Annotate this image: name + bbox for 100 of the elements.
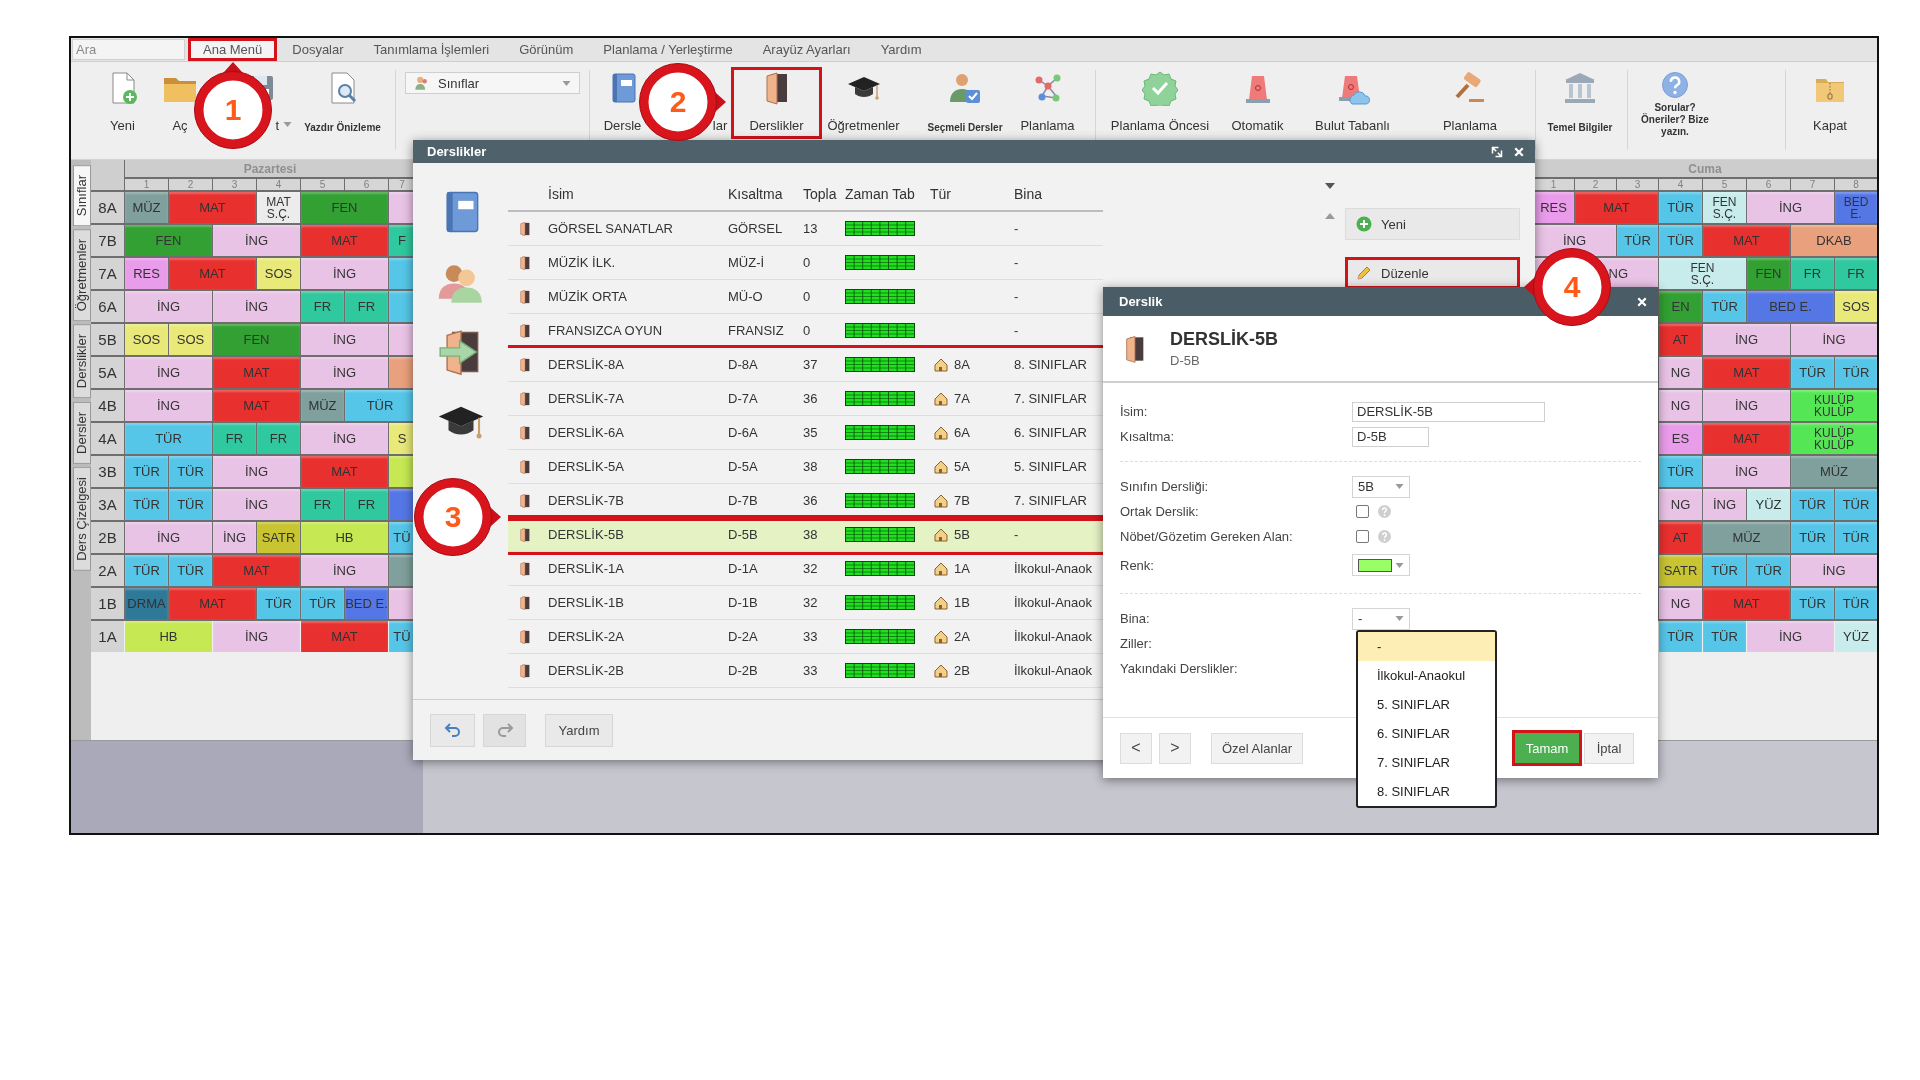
menu-item[interactable]: Tanımlama İşlemleri <box>358 38 505 61</box>
table-row[interactable]: DERSLİK-7B D-7B 36 7B 7. SINIFLAR <box>508 484 1103 518</box>
column-header[interactable]: Kısaltma <box>728 186 803 202</box>
menu-item[interactable]: Arayüz Ayarları <box>747 38 866 61</box>
lesson-cell[interactable]: TÜ <box>389 522 415 553</box>
lesson-cell[interactable]: TÜR <box>1835 522 1877 553</box>
lesson-cell[interactable]: TÜR <box>1659 621 1702 652</box>
column-header[interactable]: İsim <box>548 186 728 202</box>
view-tab[interactable]: Dersler <box>73 401 91 464</box>
dropdown-option[interactable]: İlkokul-Anaokul <box>1358 660 1495 690</box>
lesson-cell[interactable]: FR <box>1835 258 1877 289</box>
dropdown-option[interactable]: 5. SINIFLAR <box>1358 689 1495 719</box>
lesson-cell[interactable] <box>389 456 415 487</box>
lesson-cell[interactable]: TÜR <box>1659 456 1702 487</box>
lesson-cell[interactable]: FR <box>257 423 300 454</box>
lesson-cell[interactable]: TÜR <box>1747 555 1790 586</box>
select-field[interactable]: 5B <box>1352 475 1410 498</box>
table-row[interactable]: DERSLİK-5A D-5A 38 5A 5. SINIFLAR <box>508 450 1103 484</box>
lesson-cell[interactable]: SOS <box>169 324 212 355</box>
table-row[interactable]: DERSLİK-7A D-7A 36 7A 7. SINIFLAR <box>508 382 1103 416</box>
toolbar-button[interactable]: Otomatik <box>1220 67 1295 139</box>
lesson-cell[interactable]: SOS <box>1835 291 1877 322</box>
lesson-cell[interactable]: İNG <box>125 357 212 388</box>
lesson-cell[interactable]: KULÜP KULÜP <box>1791 390 1877 421</box>
lesson-cell[interactable]: TÜR <box>169 555 212 586</box>
table-row[interactable]: FRANSIZCA OYUN FRANSIZ 0 - <box>508 314 1103 348</box>
column-header[interactable]: Topla <box>803 186 845 202</box>
lesson-cell[interactable]: FR <box>345 291 388 322</box>
lesson-cell[interactable]: İNG <box>1747 621 1834 652</box>
lesson-cell[interactable]: TÜR <box>169 489 212 520</box>
dropdown-option[interactable]: 6. SINIFLAR <box>1358 718 1495 748</box>
lesson-cell[interactable] <box>389 555 415 586</box>
toolbar-button[interactable]: Planlama <box>1410 67 1530 139</box>
toolbar-button[interactable]: Derslikler <box>731 67 822 139</box>
lesson-cell[interactable]: S <box>389 423 415 454</box>
lesson-cell[interactable]: TÜR <box>125 456 168 487</box>
lesson-cell[interactable]: TÜR <box>1703 291 1746 322</box>
lesson-cell[interactable]: İNG <box>213 522 256 553</box>
lesson-cell[interactable]: İNG <box>1703 324 1790 355</box>
lesson-cell[interactable]: İNG <box>1791 555 1877 586</box>
lesson-cell[interactable] <box>389 588 415 619</box>
lesson-cell[interactable]: MÜZ <box>1791 456 1877 487</box>
lesson-cell[interactable]: TÜR <box>1791 489 1834 520</box>
lesson-cell[interactable]: ES <box>1659 423 1702 454</box>
column-header[interactable]: Bina <box>1014 186 1103 202</box>
lesson-cell[interactable]: TÜR <box>301 588 344 619</box>
lesson-cell[interactable]: SOS <box>125 324 168 355</box>
lesson-cell[interactable]: MAT S.Ç. <box>257 192 300 223</box>
lesson-cell[interactable]: İNG <box>301 423 388 454</box>
lesson-cell[interactable]: FR <box>301 291 344 322</box>
menu-item[interactable]: Dosyalar <box>277 38 359 61</box>
lesson-cell[interactable]: İNG <box>301 357 388 388</box>
toolbar-button[interactable]: Temel Bilgiler <box>1540 67 1620 139</box>
nav-button[interactable]: < <box>1120 732 1152 764</box>
dropdown-option[interactable]: - <box>1358 631 1495 661</box>
table-row[interactable]: DERSLİK-6A D-6A 35 6A 6. SINIFLAR <box>508 416 1103 450</box>
lesson-cell[interactable]: NG <box>1659 588 1702 619</box>
lesson-cell[interactable]: FEN <box>1747 258 1790 289</box>
lesson-cell[interactable]: İNG <box>1703 390 1790 421</box>
lesson-cell[interactable]: MÜZ <box>301 390 344 421</box>
toolbar-button[interactable]: Planlama <box>1010 67 1085 139</box>
lesson-cell[interactable]: FEN S.Ç. <box>1703 192 1746 223</box>
menu-item[interactable]: Yardım <box>865 38 937 61</box>
lesson-cell[interactable]: İNG <box>301 258 388 289</box>
dropdown-option[interactable]: 7. SINIFLAR <box>1358 747 1495 777</box>
lesson-cell[interactable]: SATR <box>1659 555 1702 586</box>
lesson-cell[interactable]: TÜR <box>345 390 415 421</box>
close-icon[interactable] <box>1513 145 1525 158</box>
toolbar-button[interactable]: Öğretmenler <box>822 67 905 139</box>
lesson-cell[interactable]: FR <box>1791 258 1834 289</box>
undo-button[interactable] <box>430 713 475 747</box>
lesson-cell[interactable]: İNG <box>213 291 300 322</box>
lesson-cell[interactable]: TÜR <box>1703 621 1746 652</box>
lesson-cell[interactable]: İNG <box>1703 456 1790 487</box>
lesson-cell[interactable]: TÜR <box>1659 225 1702 256</box>
view-tab[interactable]: Ders Çizelgesi <box>73 466 91 571</box>
toolbar-button[interactable]: Sorular? Öneriler? Bize yazın. <box>1628 67 1722 139</box>
lesson-cell[interactable]: İNG <box>125 390 212 421</box>
lesson-cell[interactable]: EN <box>1659 291 1702 322</box>
table-row[interactable]: MÜZİK İLK. MÜZ-İ 0 - <box>508 246 1103 280</box>
dialog-button[interactable]: Özel Alanlar <box>1211 732 1304 764</box>
toolbar-button[interactable]: Yazdır Önizleme <box>300 67 385 139</box>
dialog-button[interactable]: İptal <box>1584 732 1634 764</box>
checkbox[interactable] <box>1356 505 1369 518</box>
lesson-cell[interactable]: İNG <box>301 324 388 355</box>
lesson-cell[interactable]: FEN S.Ç. <box>1659 258 1746 289</box>
lesson-cell[interactable]: MÜZ <box>125 192 168 223</box>
view-select[interactable]: Sınıflar <box>405 72 580 94</box>
lesson-cell[interactable]: TÜR <box>125 555 168 586</box>
text-field[interactable]: DERSLİK-5B <box>1352 401 1545 422</box>
lesson-cell[interactable]: TÜR <box>1791 522 1834 553</box>
lesson-cell[interactable]: NG <box>1659 489 1702 520</box>
lesson-cell[interactable]: RES <box>1533 192 1574 223</box>
lesson-cell[interactable]: TÜR <box>1617 225 1658 256</box>
toolbar-button[interactable]: Yeni <box>95 67 150 139</box>
scroll-up-icon[interactable] <box>1325 213 1335 219</box>
column-header[interactable]: Tür <box>930 186 1014 202</box>
lesson-cell[interactable]: FR <box>213 423 256 454</box>
lesson-cell[interactable]: TÜ <box>389 621 415 652</box>
lesson-cell[interactable]: NG <box>1659 390 1702 421</box>
